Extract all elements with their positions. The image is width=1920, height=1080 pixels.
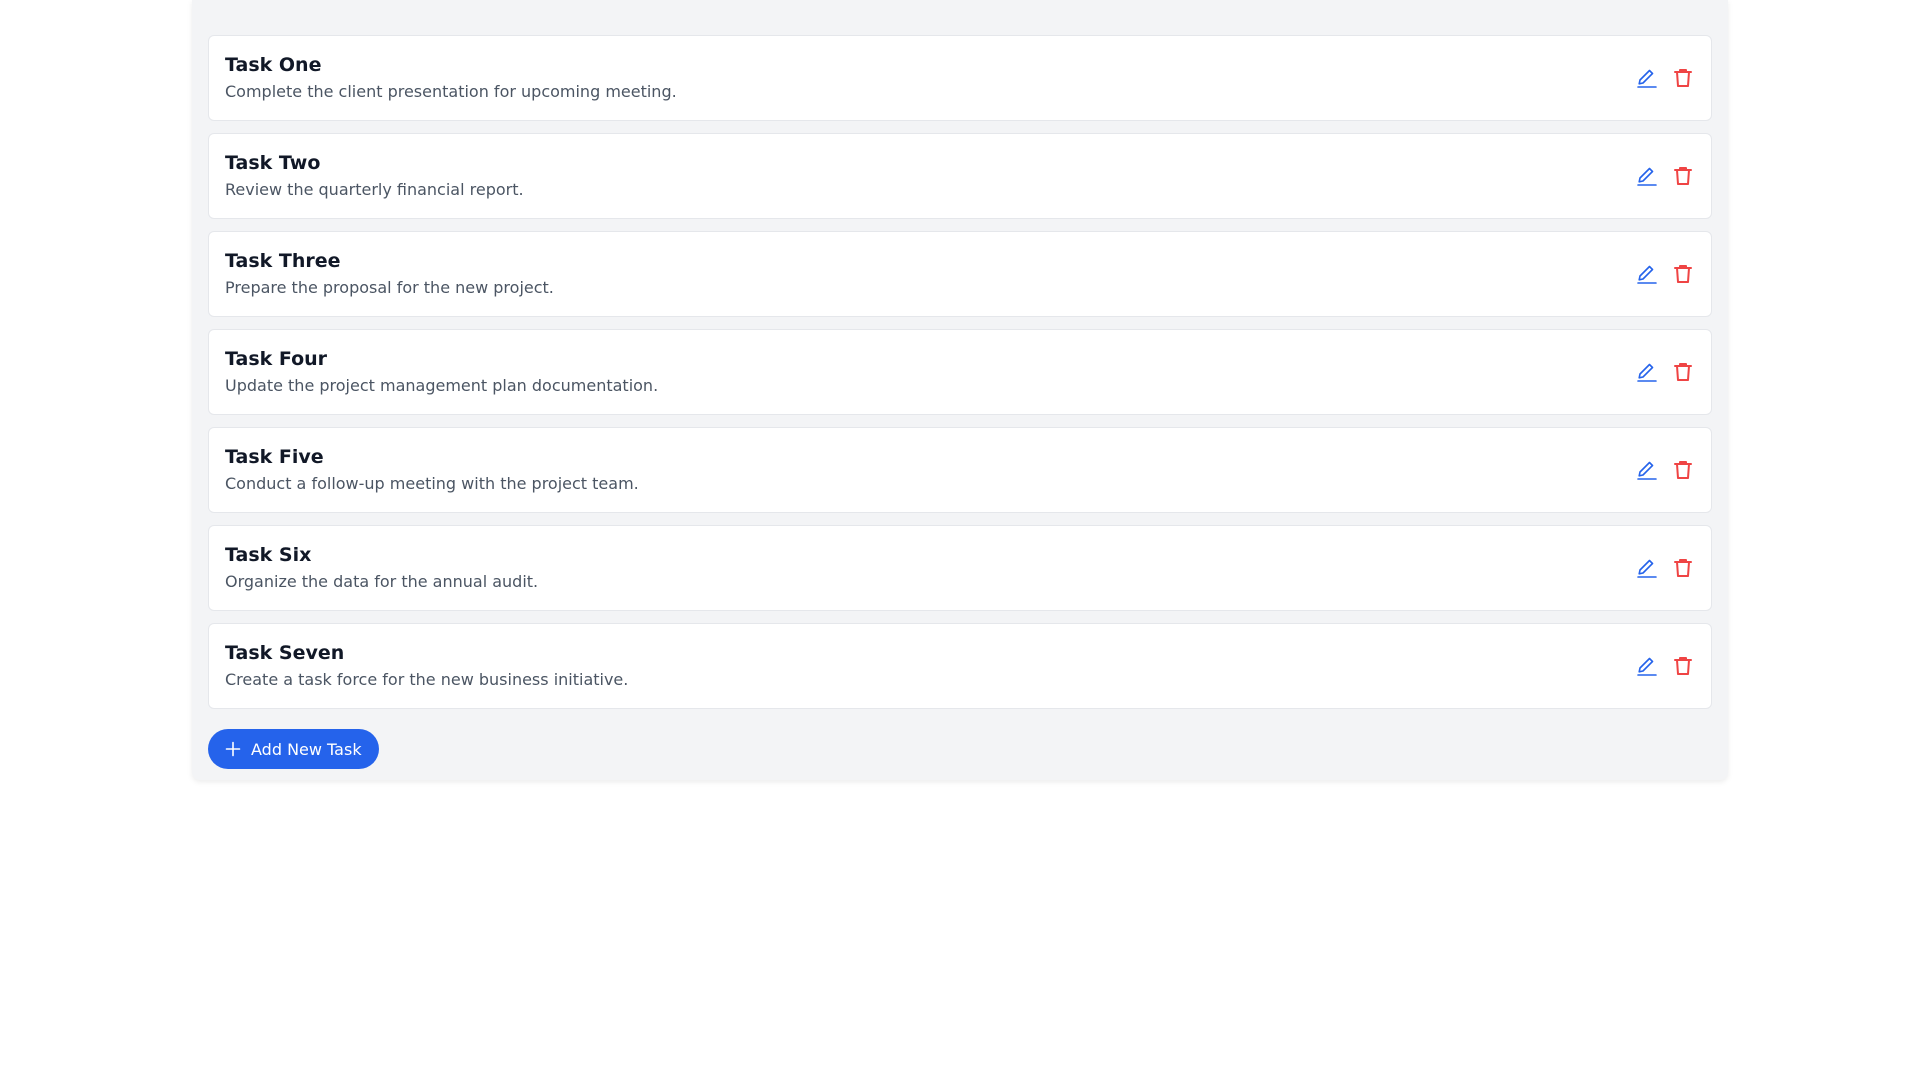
trash-icon <box>1674 363 1692 381</box>
delete-button[interactable] <box>1671 556 1695 580</box>
delete-button[interactable] <box>1671 164 1695 188</box>
add-new-task-button[interactable]: Add New Task <box>208 729 379 769</box>
task-title: Task Five <box>225 446 324 468</box>
task-item-seven: Task Seven Create a task force for the n… <box>208 623 1712 709</box>
edit-button[interactable] <box>1635 360 1659 384</box>
task-actions <box>1635 66 1695 90</box>
task-actions <box>1635 360 1695 384</box>
trash-icon <box>1674 167 1692 185</box>
task-item-three: Task Three Prepare the proposal for the … <box>208 231 1712 317</box>
delete-button[interactable] <box>1671 262 1695 286</box>
task-title: Task Six <box>225 544 312 566</box>
trash-icon <box>1674 69 1692 87</box>
task-actions <box>1635 556 1695 580</box>
task-description: Prepare the proposal for the new project… <box>225 278 554 297</box>
pencil-icon <box>1637 69 1657 88</box>
task-title: Task One <box>225 54 322 76</box>
task-text: Task Six Organize the data for the annua… <box>225 543 538 593</box>
task-description: Complete the client presentation for upc… <box>225 82 677 101</box>
delete-button[interactable] <box>1671 654 1695 678</box>
task-item-four: Task Four Update the project management … <box>208 329 1712 415</box>
pencil-icon <box>1637 559 1657 578</box>
pencil-icon <box>1637 167 1657 186</box>
pencil-icon <box>1637 461 1657 480</box>
task-item-one: Task One Complete the client presentatio… <box>208 35 1712 121</box>
task-list: Task One Complete the client presentatio… <box>208 35 1712 709</box>
plus-icon <box>225 741 241 757</box>
task-item-five: Task Five Conduct a follow-up meeting wi… <box>208 427 1712 513</box>
task-text: Task Three Prepare the proposal for the … <box>225 249 554 299</box>
edit-button[interactable] <box>1635 164 1659 188</box>
trash-icon <box>1674 559 1692 577</box>
edit-button[interactable] <box>1635 66 1659 90</box>
pencil-icon <box>1637 363 1657 382</box>
task-description: Create a task force for the new business… <box>225 670 629 689</box>
delete-button[interactable] <box>1671 458 1695 482</box>
task-title: Task Three <box>225 250 341 272</box>
task-description: Conduct a follow-up meeting with the pro… <box>225 474 639 493</box>
task-description: Review the quarterly financial report. <box>225 180 524 199</box>
trash-icon <box>1674 461 1692 479</box>
pencil-icon <box>1637 265 1657 284</box>
add-new-task-label: Add New Task <box>251 739 362 759</box>
task-text: Task Four Update the project management … <box>225 347 658 397</box>
task-actions <box>1635 262 1695 286</box>
task-text: Task Two Review the quarterly financial … <box>225 151 524 201</box>
task-actions <box>1635 164 1695 188</box>
task-actions <box>1635 654 1695 678</box>
task-item-two: Task Two Review the quarterly financial … <box>208 133 1712 219</box>
task-item-six: Task Six Organize the data for the annua… <box>208 525 1712 611</box>
trash-icon <box>1674 265 1692 283</box>
edit-button[interactable] <box>1635 556 1659 580</box>
task-panel: Task One Complete the client presentatio… <box>192 0 1728 780</box>
trash-icon <box>1674 657 1692 675</box>
pencil-icon <box>1637 657 1657 676</box>
edit-button[interactable] <box>1635 458 1659 482</box>
edit-button[interactable] <box>1635 654 1659 678</box>
delete-button[interactable] <box>1671 360 1695 384</box>
delete-button[interactable] <box>1671 66 1695 90</box>
task-text: Task Seven Create a task force for the n… <box>225 641 628 691</box>
task-title: Task Four <box>225 348 328 370</box>
task-title: Task Two <box>225 152 321 174</box>
task-description: Organize the data for the annual audit. <box>225 572 539 591</box>
edit-button[interactable] <box>1635 262 1659 286</box>
task-actions <box>1635 458 1695 482</box>
task-description: Update the project management plan docum… <box>225 376 659 395</box>
task-text: Task One Complete the client presentatio… <box>225 53 677 103</box>
task-title: Task Seven <box>225 642 345 664</box>
task-text: Task Five Conduct a follow-up meeting wi… <box>225 445 639 495</box>
